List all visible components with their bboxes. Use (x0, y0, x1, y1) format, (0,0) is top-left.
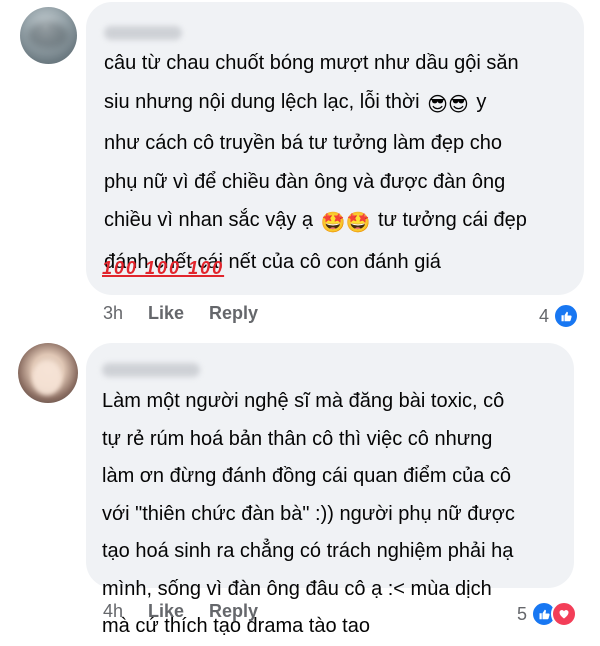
reaction-summary[interactable]: 4 (539, 303, 580, 329)
author-name-blurred[interactable] (104, 26, 182, 40)
comment-line: Làm một người nghệ sĩ mà đăng bài toxic,… (102, 390, 505, 412)
comment-bubble: câu từ chau chuốt bóng mượt như dầu gội … (86, 2, 584, 295)
comment-actions: 3h Like Reply (0, 303, 600, 329)
comment-line: phụ nữ vì để chiều đàn ông và được đàn ô… (104, 170, 506, 193)
sunglasses-emoji-icon: 😎😎 (427, 93, 469, 116)
comment-timestamp[interactable]: 3h (103, 303, 123, 324)
comment-line: như cách cô truyền bá tư tưởng làm đẹp c… (104, 132, 502, 154)
heart-reaction-icon (551, 601, 578, 627)
star-struck-emoji-icon: 🤩🤩 (320, 212, 371, 234)
comment-line: làm ơn đừng đánh đồng cái quan điểm của … (102, 465, 511, 487)
comment-bubble: Làm một người nghệ sĩ mà đăng bài toxic,… (86, 343, 574, 637)
comment-line: chiều vì nhan sắc vậy ạ (104, 209, 314, 231)
like-reaction-icon (553, 303, 580, 329)
like-button[interactable]: Like (148, 303, 184, 324)
hundred-points-icon: 100 100 100 (102, 258, 225, 278)
comment-text: câu từ chau chuốt bóng mượt như dầu gội … (104, 44, 574, 281)
comment-line: mình, sống vì đàn ông đâu cô ạ :< mùa dị… (102, 577, 492, 600)
comment-line: tư tưởng cái đẹp (377, 209, 527, 231)
comment-actions: 4h Like Reply (0, 601, 600, 627)
avatar[interactable] (18, 343, 78, 403)
comment-line: tự rẻ rúm hoá bản thân cô thì việc cô nh… (102, 427, 493, 450)
comment-line: với "thiên chức đàn bà" :)) người phụ nữ… (102, 502, 515, 525)
comment-line: câu từ chau chuốt bóng mượt như dầu gội … (104, 52, 519, 74)
comment-line: siu nhưng nội dung lệch lạc, lỗi thời (104, 90, 420, 113)
reaction-count: 4 (539, 305, 550, 326)
comment-timestamp[interactable]: 4h (103, 601, 123, 622)
reaction-count: 5 (517, 603, 528, 624)
avatar[interactable] (20, 7, 77, 64)
reply-button[interactable]: Reply (209, 303, 258, 324)
author-name-blurred[interactable] (102, 363, 200, 377)
comment-line: y (476, 90, 487, 113)
reply-button[interactable]: Reply (209, 601, 258, 622)
like-button[interactable]: Like (148, 601, 184, 622)
reaction-summary[interactable]: 5 (517, 601, 578, 627)
comment-line: tạo hoá sinh ra chẳng có trách nghiệm ph… (102, 540, 514, 562)
